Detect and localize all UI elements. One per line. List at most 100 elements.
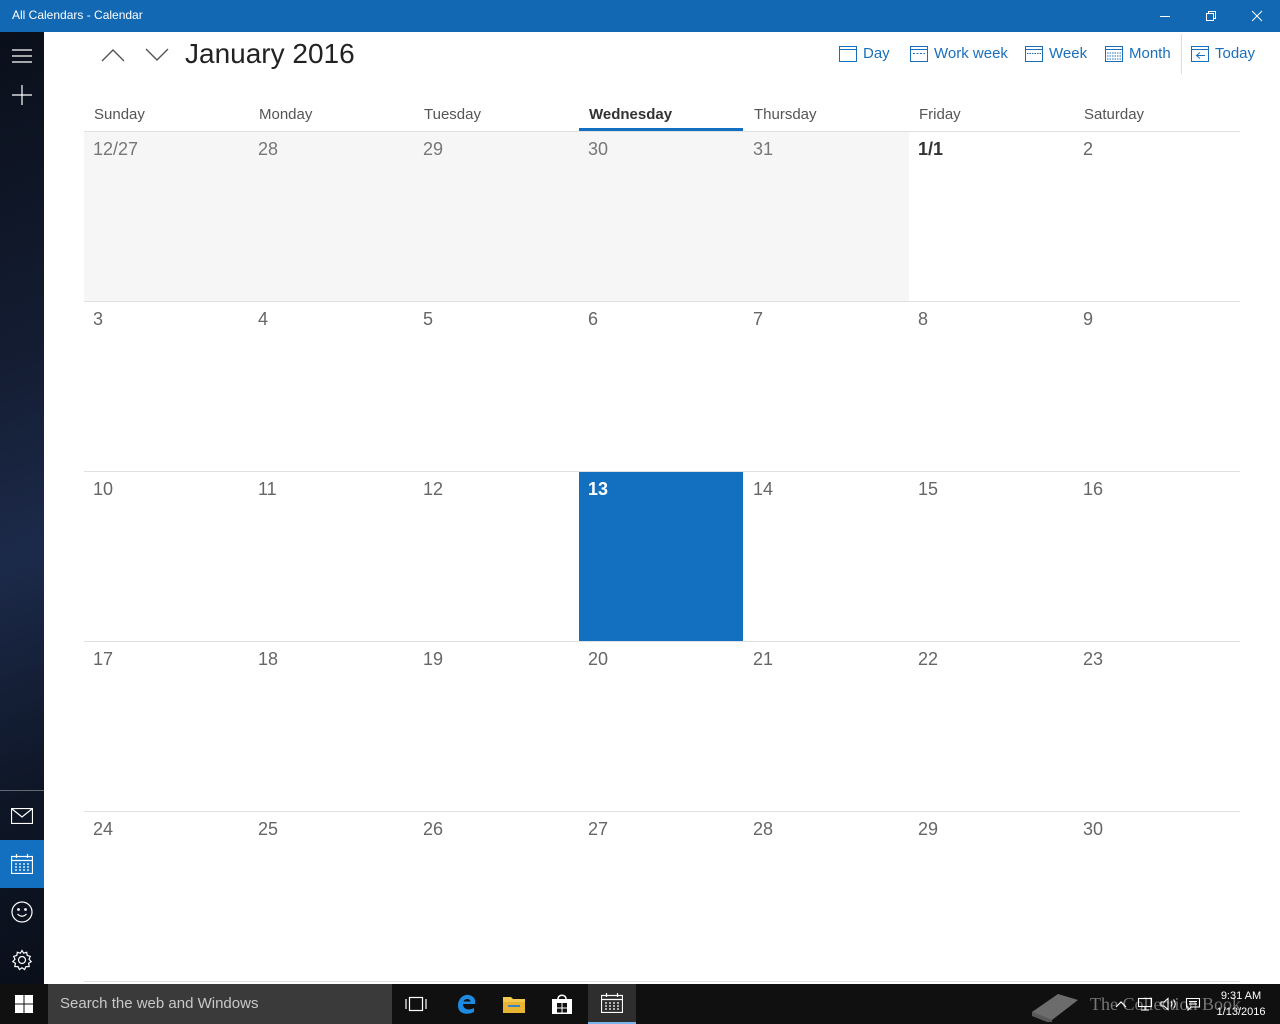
search-input[interactable]: Search the web and Windows (48, 984, 392, 1024)
day-cell[interactable]: 7 (744, 301, 909, 471)
day-cell[interactable]: 17 (84, 641, 249, 811)
day-view-icon (839, 45, 857, 62)
day-cell[interactable]: 21 (744, 641, 909, 811)
day-cell[interactable]: 10 (84, 471, 249, 641)
restore-button[interactable] (1188, 0, 1234, 32)
day-cell[interactable]: 6 (579, 301, 744, 471)
rail-divider (0, 790, 44, 791)
day-number: 24 (93, 819, 114, 839)
day-number: 8 (918, 309, 929, 329)
left-rail (0, 32, 44, 984)
day-number: 10 (93, 479, 114, 499)
day-number: 22 (918, 649, 939, 669)
new-event-button[interactable] (0, 71, 44, 119)
mail-icon (11, 808, 33, 824)
mail-button[interactable] (0, 792, 44, 840)
day-cell[interactable]: 23 (1074, 641, 1239, 811)
day-cell[interactable]: 1/1 (909, 131, 1074, 301)
view-month-button[interactable]: Month (1105, 42, 1171, 64)
day-number: 23 (1083, 649, 1104, 669)
show-hidden-icons-button[interactable] (1112, 984, 1130, 1024)
day-cell[interactable]: 28 (744, 811, 909, 981)
grid-line (84, 641, 1240, 642)
edge-browser-button[interactable] (442, 984, 490, 1024)
day-cell[interactable]: 29 (909, 811, 1074, 981)
today-day-number: 13 (588, 479, 609, 499)
day-cell[interactable]: 18 (249, 641, 414, 811)
weekday-saturday: Saturday (1084, 106, 1145, 123)
day-number: 20 (588, 649, 609, 669)
close-icon (1251, 10, 1263, 22)
day-number: 30 (1083, 819, 1104, 839)
weekday-sunday: Sunday (94, 106, 145, 123)
weekday-wednesday: Wednesday (589, 106, 673, 123)
day-cell[interactable]: 20 (579, 641, 744, 811)
previous-month-button[interactable] (98, 42, 128, 68)
minimize-button[interactable] (1142, 0, 1188, 32)
next-month-button[interactable] (142, 42, 172, 68)
windows-logo-icon (15, 995, 33, 1013)
day-cell[interactable]: 30 (1074, 811, 1239, 981)
calendar-icon (11, 854, 33, 874)
day-number: 30 (588, 139, 609, 159)
plus-icon (12, 85, 32, 105)
calendar-app-button[interactable] (588, 984, 636, 1024)
start-button[interactable] (0, 984, 48, 1024)
day-cell[interactable]: 4 (249, 301, 414, 471)
notification-icon (1185, 997, 1201, 1011)
view-workweek-button[interactable]: Work week (910, 42, 1008, 64)
day-cell[interactable]: 24 (84, 811, 249, 981)
chevron-up-icon (101, 49, 125, 62)
book-logo-icon (1032, 994, 1078, 1022)
grid-line (84, 811, 1240, 812)
view-day-label: Day (863, 44, 890, 62)
action-center-button[interactable] (1182, 984, 1204, 1024)
minimize-icon (1160, 16, 1170, 17)
clock[interactable]: 9:31 AM 1/13/2016 (1208, 988, 1274, 1020)
network-button[interactable] (1134, 984, 1156, 1024)
view-divider (1181, 34, 1182, 74)
view-day-button[interactable]: Day (839, 42, 890, 64)
day-number: 27 (588, 819, 609, 839)
day-cell[interactable]: 8 (909, 301, 1074, 471)
day-cell[interactable]: 31 (744, 131, 909, 301)
day-cell[interactable]: 9 (1074, 301, 1239, 471)
day-cell[interactable]: 22 (909, 641, 1074, 811)
day-cell[interactable]: 19 (414, 641, 579, 811)
settings-button[interactable] (0, 936, 44, 984)
day-cell[interactable]: 27 (579, 811, 744, 981)
chevron-up-icon (1115, 1001, 1127, 1008)
day-cell[interactable]: 11 (249, 471, 414, 641)
calendar-button[interactable] (0, 840, 44, 888)
task-view-button[interactable] (392, 984, 440, 1024)
file-explorer-button[interactable] (490, 984, 538, 1024)
day-number: 28 (753, 819, 774, 839)
people-button[interactable] (0, 888, 44, 936)
day-number: 4 (258, 309, 269, 329)
today-day-cell[interactable]: 13 (579, 471, 743, 641)
day-number: 12 (423, 479, 444, 499)
day-cell[interactable]: 14 (744, 471, 909, 641)
day-cell[interactable]: 30 (579, 131, 744, 301)
day-cell[interactable]: 3 (84, 301, 249, 471)
day-number: 26 (423, 819, 444, 839)
day-cell[interactable]: 29 (414, 131, 579, 301)
day-cell[interactable]: 12 (414, 471, 579, 641)
day-cell[interactable]: 26 (414, 811, 579, 981)
day-cell[interactable]: 2 (1074, 131, 1239, 301)
edge-icon (458, 994, 476, 1014)
today-button[interactable]: Today (1191, 42, 1255, 64)
close-button[interactable] (1234, 0, 1280, 32)
day-number: 14 (753, 479, 774, 499)
day-cell[interactable]: 15 (909, 471, 1074, 641)
task-view-icon (405, 996, 427, 1012)
day-cell[interactable]: 25 (249, 811, 414, 981)
day-cell[interactable]: 16 (1074, 471, 1239, 641)
view-week-button[interactable]: Week (1025, 42, 1087, 64)
day-cell[interactable]: 5 (414, 301, 579, 471)
clock-time: 9:31 AM (1220, 990, 1262, 1002)
day-cell[interactable]: 28 (249, 131, 414, 301)
volume-button[interactable] (1158, 984, 1180, 1024)
day-cell[interactable]: 12/27 (84, 131, 249, 301)
store-button[interactable] (538, 984, 586, 1024)
